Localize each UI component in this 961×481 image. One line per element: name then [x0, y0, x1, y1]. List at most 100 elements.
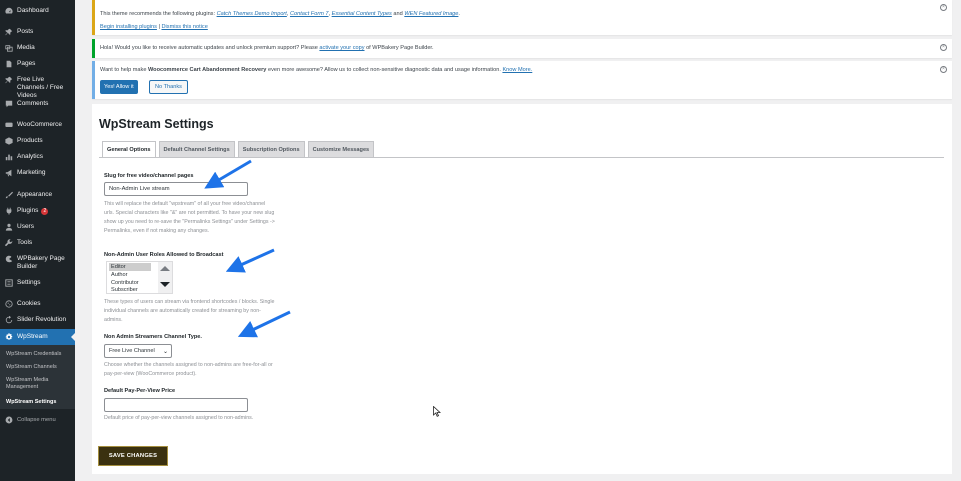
submenu-item-credentials[interactable]: WpStream Credentials: [6, 351, 74, 358]
menu-label: Marketing: [17, 169, 46, 176]
menu-item-analytics[interactable]: Analytics: [0, 153, 75, 161]
channel-type-help-text: Choose whether the channels assigned to …: [104, 362, 273, 377]
wpbakery-notice: Hola! Would you like to receive automati…: [92, 39, 952, 58]
bar-chart-icon: [4, 153, 13, 161]
roles-label: Non-Admin User Roles Allowed to Broadcas…: [104, 252, 224, 258]
menu-item-products[interactable]: Products: [0, 137, 75, 145]
tab-subscription-options[interactable]: Subscription Options: [237, 141, 305, 157]
close-circle-icon[interactable]: ×: [940, 44, 947, 51]
role-option-editor[interactable]: Editor: [109, 263, 151, 271]
submenu-item-media-management[interactable]: WpStream Media Management: [6, 377, 74, 391]
collapse-icon: [4, 416, 13, 424]
submenu-item-channels[interactable]: WpStream Channels: [6, 364, 74, 371]
chevron-down-icon: ⌄: [162, 349, 168, 355]
close-circle-icon[interactable]: ×: [940, 4, 947, 11]
channel-type-select[interactable]: Free Live Channel ⌄: [104, 344, 172, 358]
save-changes-button[interactable]: SAVE CHANGES: [98, 446, 168, 466]
notice-text: This theme recommends the following plug…: [100, 11, 460, 17]
menu-item-free-live-channels[interactable]: Free Live Channels / Free Videos: [0, 76, 75, 100]
channel-type-label: Non Admin Streamers Channel Type.: [104, 334, 202, 340]
admin-sidebar: Dashboard Posts Media Pages Free Live Ch…: [0, 0, 75, 481]
media-icon: [4, 44, 13, 52]
menu-item-comments[interactable]: Comments: [0, 100, 75, 108]
notice-text: Want to help make Woocommerce Cart Aband…: [100, 67, 532, 73]
menu-item-cookies[interactable]: Cookies: [0, 300, 75, 308]
gear-icon: [4, 333, 13, 341]
menu-label: WpStream: [17, 333, 48, 340]
ppv-price-input[interactable]: [104, 398, 248, 412]
menu-label: Comments: [17, 100, 49, 107]
notice-text-part: even more awesome? Allow us to collect n…: [266, 67, 503, 73]
menu-item-appearance[interactable]: Appearance: [0, 191, 75, 199]
role-option-subscriber[interactable]: Subscriber: [109, 287, 151, 293]
brush-icon: [4, 191, 13, 199]
no-thanks-button[interactable]: No Thanks: [149, 80, 188, 94]
activate-copy-link[interactable]: activate your copy: [319, 45, 364, 51]
plugin-link-contact-form[interactable]: Contact Form 7: [290, 11, 329, 17]
scroll-down-arrow-icon[interactable]: [160, 282, 170, 287]
notice-text: Hola! Would you like to receive automati…: [100, 45, 434, 51]
menu-item-wpbakery[interactable]: WPBakery Page Builder: [0, 255, 75, 271]
roles-multiselect[interactable]: Editor Author Contributor Subscriber: [106, 261, 173, 294]
woo-cart-notice: Want to help make Woocommerce Cart Aband…: [92, 61, 952, 99]
dismiss-notice-link[interactable]: Dismiss this notice: [161, 24, 207, 30]
menu-label: Dashboard: [17, 7, 49, 14]
notice-text-part: of WPBakery Page Builder.: [364, 45, 434, 51]
pin-icon: [4, 76, 13, 84]
submenu-item-settings[interactable]: WpStream Settings: [6, 399, 74, 406]
notice-text-part: Hola! Would you like to receive automati…: [100, 45, 320, 51]
tab-customize-messages[interactable]: Customize Messages: [307, 141, 375, 157]
listbox-scrollbar[interactable]: [158, 262, 172, 293]
menu-item-marketing[interactable]: Marketing: [0, 169, 75, 177]
menu-label: WPBakery Page Builder: [17, 255, 65, 270]
tab-general-options[interactable]: General Options: [102, 141, 156, 158]
theme-plugins-notice: This theme recommends the following plug…: [92, 0, 952, 35]
menu-label: Media: [17, 44, 35, 51]
menu-label: Cookies: [17, 300, 41, 307]
bakery-icon: [4, 255, 13, 263]
plugin-name: Woocommerce Cart Abandonment Recovery: [147, 67, 267, 73]
menu-item-media[interactable]: Media: [0, 44, 75, 52]
menu-item-plugins[interactable]: Plugins 2: [0, 207, 75, 215]
menu-item-posts[interactable]: Posts: [0, 28, 75, 36]
menu-label: WooCommerce: [17, 121, 63, 128]
tabs-divider: [99, 157, 944, 158]
know-more-link[interactable]: Know More.: [502, 67, 532, 73]
plugin-link-wen-featured[interactable]: WEN Featured Image: [404, 11, 458, 17]
roles-help-text: These types of users can stream via fron…: [104, 299, 275, 323]
menu-label: Appearance: [17, 191, 53, 198]
menu-label: Free Live Channels / Free Videos: [17, 76, 64, 99]
pin-icon: [4, 28, 13, 36]
slug-label: Slug for free video/channel pages: [104, 173, 194, 179]
megaphone-icon: [4, 169, 13, 177]
slug-input[interactable]: Non-Admin Live stream: [104, 182, 248, 196]
role-option-contributor[interactable]: Contributor: [109, 279, 151, 287]
menu-label: Users: [17, 223, 34, 230]
allow-tracking-button[interactable]: Yes! Allow it: [100, 80, 138, 94]
mouse-cursor-icon: [433, 406, 441, 417]
collapse-menu-button[interactable]: Collapse menu: [0, 416, 75, 424]
menu-item-dashboard[interactable]: Dashboard: [0, 7, 75, 15]
menu-label: Settings: [17, 279, 41, 286]
menu-item-pages[interactable]: Pages: [0, 60, 75, 68]
page-icon: [4, 60, 13, 68]
role-option-author[interactable]: Author: [109, 271, 151, 279]
menu-item-wpstream[interactable]: WpStream: [0, 329, 75, 345]
scroll-up-arrow-icon[interactable]: [160, 266, 170, 271]
menu-item-slider-revolution[interactable]: Slider Revolution: [0, 316, 75, 324]
close-circle-icon[interactable]: ×: [940, 66, 947, 73]
slug-help-text: This will replace the default "wpstream"…: [104, 201, 275, 234]
user-icon: [4, 223, 13, 231]
menu-item-settings[interactable]: Settings: [0, 279, 75, 287]
plugin-link-essential-content[interactable]: Essential Content Types: [332, 11, 392, 17]
menu-item-users[interactable]: Users: [0, 223, 75, 231]
menu-label: Pages: [17, 60, 36, 67]
settings-panel: WpStream Settings General Options Defaul…: [92, 104, 952, 474]
tab-default-channel-settings[interactable]: Default Channel Settings: [158, 141, 235, 157]
collapse-label: Collapse menu: [17, 417, 56, 423]
begin-installing-link[interactable]: Begin installing plugins: [100, 24, 157, 30]
menu-item-woocommerce[interactable]: WooCommerce: [0, 121, 75, 129]
menu-label: Analytics: [17, 153, 44, 160]
menu-item-tools[interactable]: Tools: [0, 239, 75, 247]
plugin-link-catch-themes[interactable]: Catch Themes Demo Import: [217, 11, 287, 17]
